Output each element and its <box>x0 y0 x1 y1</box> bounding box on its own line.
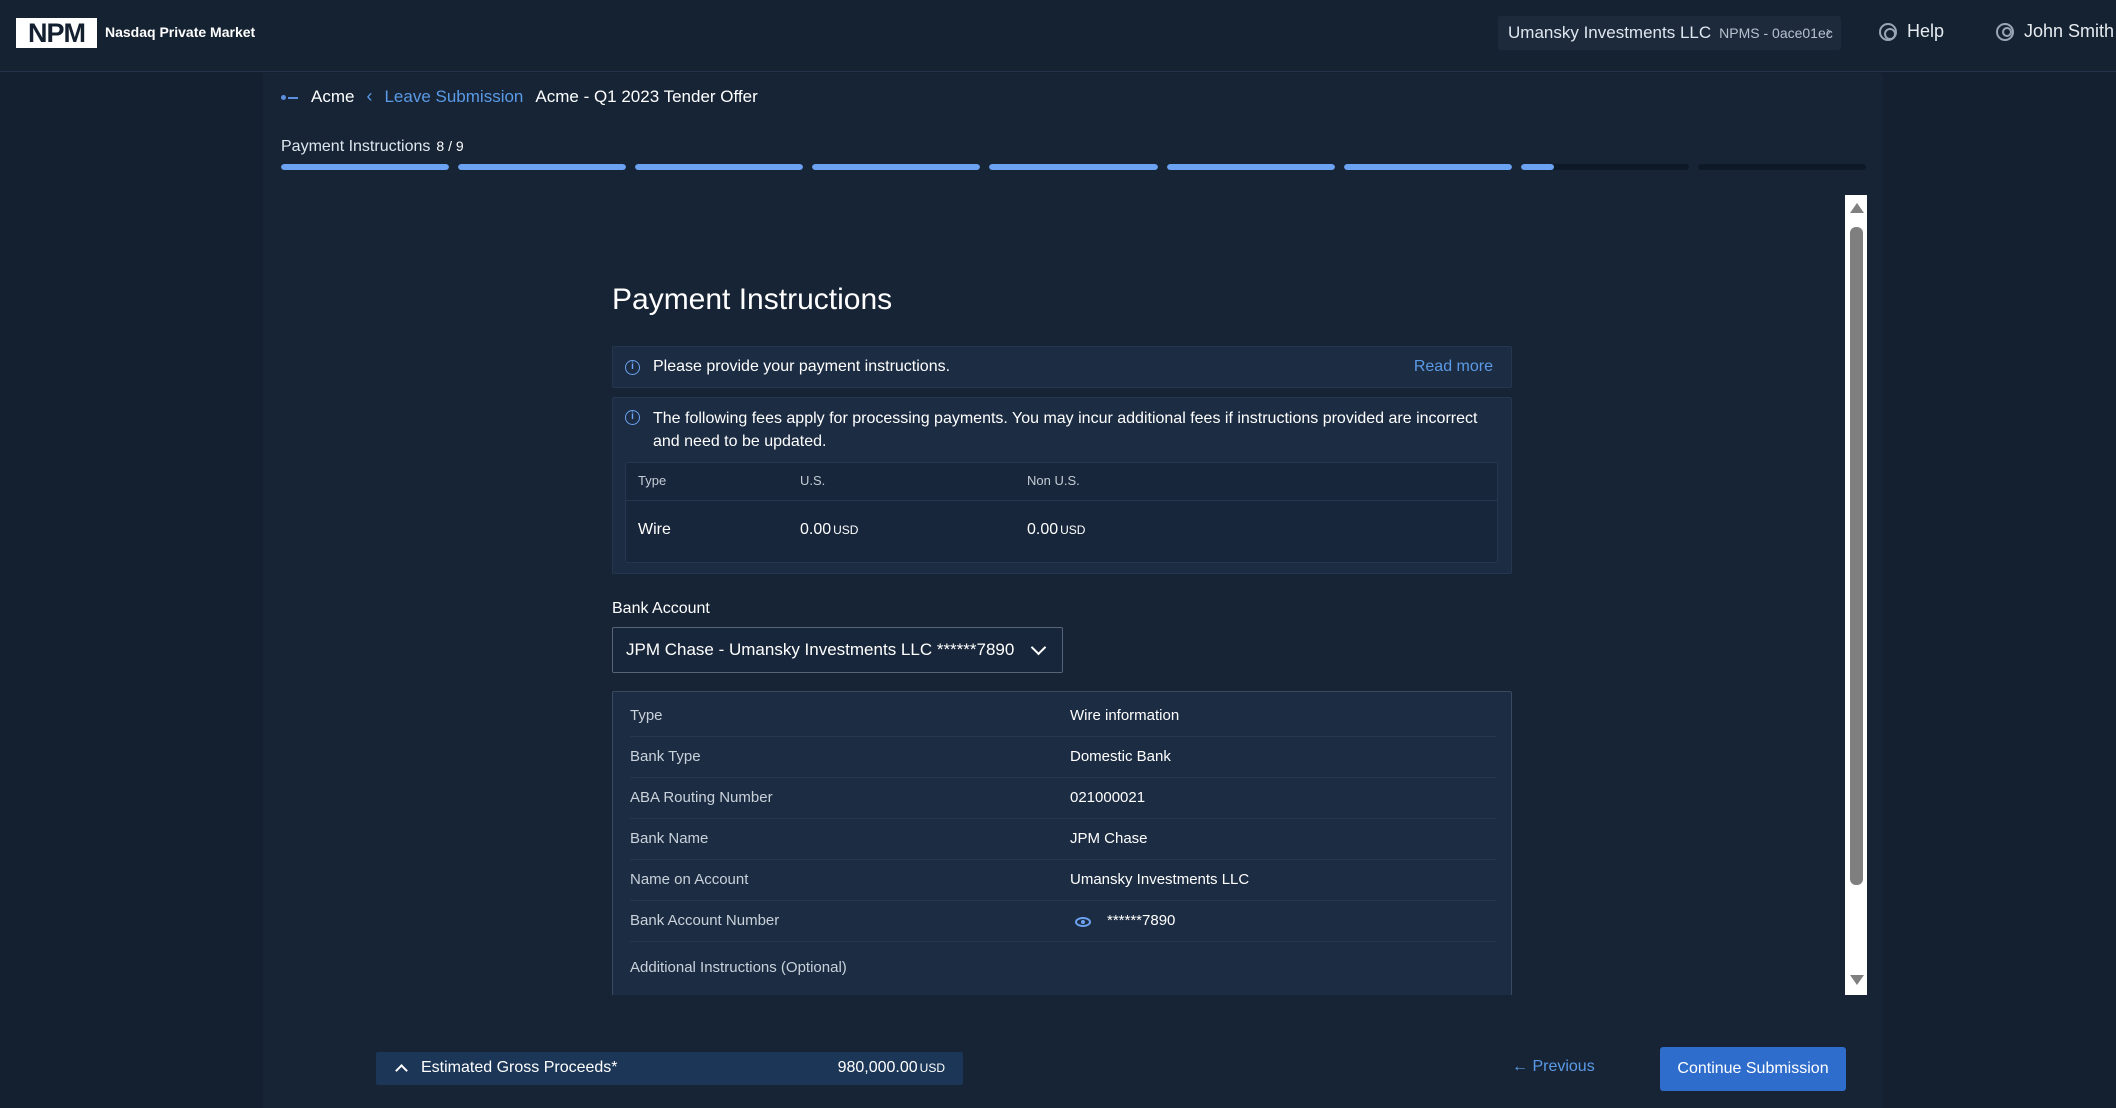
help-button[interactable]: Help <box>1879 21 1944 42</box>
info-notice-text: Please provide your payment instructions… <box>653 358 951 375</box>
detail-row: ABA Routing Number 021000021 <box>630 778 1496 819</box>
progress-segment <box>635 164 804 170</box>
breadcrumb: Acme ‹ Leave Submission Acme - Q1 2023 T… <box>281 86 758 107</box>
progress-segment-fill <box>1166 164 1335 170</box>
bank-account-select[interactable]: JPM Chase - Umansky Investments LLC ****… <box>612 627 1063 673</box>
user-icon <box>1996 22 2014 41</box>
right-gutter <box>1883 73 2116 1108</box>
info-icon: i <box>625 410 640 425</box>
info-icon: i <box>625 360 640 375</box>
brand-name: Nasdaq Private Market <box>105 24 256 40</box>
continue-submission-button[interactable]: Continue Submission <box>1660 1047 1846 1091</box>
previous-button[interactable]: ← Previous <box>1512 1058 1595 1076</box>
progress-segment-fill <box>989 164 1158 170</box>
detail-row: Bank Type Domestic Bank <box>630 737 1496 778</box>
progress-segment-fill <box>1520 164 1555 170</box>
scroll-up-arrow-icon[interactable] <box>1850 203 1864 213</box>
progress-segment <box>812 164 981 170</box>
step-count: 8 / 9 <box>436 138 464 154</box>
chevron-up-icon <box>395 1064 408 1077</box>
chevron-down-icon <box>1030 639 1047 656</box>
fees-notice-text: The following fees apply for processing … <box>653 410 1478 450</box>
progress-segment <box>458 164 627 170</box>
scrollbar[interactable] <box>1845 195 1867 995</box>
help-label: Help <box>1907 21 1945 41</box>
breadcrumb-current: Acme - Q1 2023 Tender Offer <box>535 86 758 106</box>
account-switcher[interactable]: Umansky Investments LLC NPMS - 0ace01ec … <box>1498 16 1841 50</box>
bank-account-label: Bank Account <box>612 600 710 617</box>
additional-instructions-label: Additional Instructions (Optional) <box>630 959 847 976</box>
detail-row: Type Wire information <box>630 696 1496 737</box>
progress-bar <box>281 164 1866 170</box>
masked-account-number: ******7890 <box>1107 912 1176 929</box>
fee-us: 0.00 USD <box>800 521 859 538</box>
form-scroll-panel[interactable]: Payment Instructions i Please provide yo… <box>263 195 1845 995</box>
scroll-down-arrow-icon[interactable] <box>1850 975 1864 985</box>
bank-account-selected: JPM Chase - Umansky Investments LLC ****… <box>626 640 1015 659</box>
progress-segment-fill <box>281 164 450 170</box>
chevron-right-icon: › <box>1826 23 1831 40</box>
fees-header-us: U.S. <box>800 473 826 488</box>
progress-segment <box>1697 164 1866 170</box>
info-notice: i Please provide your payment instructio… <box>612 346 1512 388</box>
breadcrumb-company[interactable]: Acme <box>311 87 354 107</box>
detail-row: Bank Name JPM Chase <box>630 819 1496 860</box>
gross-proceeds-toggle[interactable]: Estimated Gross Proceeds* 980,000.00 USD <box>376 1052 963 1085</box>
detail-row: Name on Account Umansky Investments LLC <box>630 860 1496 901</box>
bank-details: Type Wire information Bank Type Domestic… <box>612 691 1512 995</box>
chevron-left-icon[interactable]: ‹ <box>366 86 372 107</box>
gross-proceeds-value: 980,000.00 USD <box>837 1059 945 1076</box>
left-gutter <box>0 73 263 1108</box>
fees-header-type: Type <box>638 473 667 488</box>
fees-table: Type U.S. Non U.S. Wire 0.00 USD 0.00 USD <box>625 462 1498 563</box>
account-name: Umansky Investments LLC <box>1508 23 1712 42</box>
progress-segment <box>989 164 1158 170</box>
detail-row: Bank Account Number ******7890 <box>630 901 1496 942</box>
progress-segment-fill <box>458 164 627 170</box>
progress-segment-fill <box>635 164 804 170</box>
scroll-thumb[interactable] <box>1850 227 1863 885</box>
progress-segment-fill <box>812 164 981 170</box>
fees-divider <box>626 500 1497 501</box>
fee-non-us: 0.00 USD <box>1027 521 1086 538</box>
user-name: John Smith <box>2024 21 2115 41</box>
gross-proceeds-label: Estimated Gross Proceeds* <box>421 1059 618 1076</box>
account-id: NPMS - 0ace01ec <box>1719 25 1833 41</box>
fees-header-non-us: Non U.S. <box>1027 473 1080 488</box>
eye-icon[interactable] <box>1075 917 1091 927</box>
step-label: Payment Instructions 8 / 9 <box>281 138 464 156</box>
progress-segment-fill <box>1343 164 1512 170</box>
step-name: Payment Instructions <box>281 138 431 155</box>
steps-icon <box>281 92 299 102</box>
page-title: Payment Instructions <box>612 283 893 316</box>
progress-segment <box>1520 164 1689 170</box>
lifebuoy-icon <box>1879 22 1897 41</box>
fees-notice: i The following fees apply for processin… <box>612 397 1512 574</box>
leave-submission-link[interactable]: Leave Submission <box>384 87 523 107</box>
read-more-link[interactable]: Read more <box>1414 358 1493 376</box>
progress-segment <box>1166 164 1335 170</box>
progress-segment <box>281 164 450 170</box>
fee-type: Wire <box>638 521 671 538</box>
progress-segment <box>1343 164 1512 170</box>
top-bar: NPM Nasdaq Private Market Umansky Invest… <box>0 0 2116 72</box>
npm-logo[interactable]: NPM <box>16 18 97 48</box>
user-menu[interactable]: John Smith <box>1996 21 2114 42</box>
